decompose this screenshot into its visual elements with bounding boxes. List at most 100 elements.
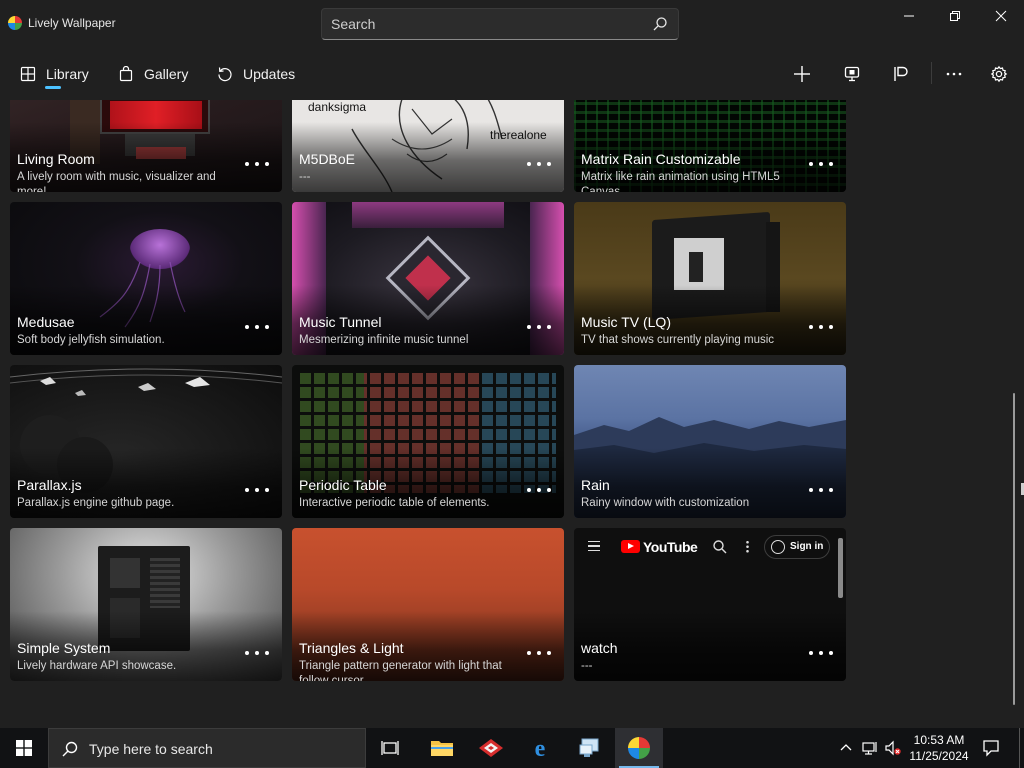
volume-muted-icon[interactable] [885, 740, 901, 756]
card-description: Mesmerizing infinite music tunnel [299, 334, 469, 346]
wallpaper-card-living-room[interactable]: Living Room A lively room with music, vi… [10, 100, 282, 192]
search-input[interactable] [331, 15, 631, 33]
youtube-search-icon [713, 540, 727, 554]
card-title: Rain [581, 477, 610, 493]
add-wallpaper-button[interactable] [788, 60, 816, 88]
card-more-button[interactable] [809, 320, 833, 334]
card-more-button[interactable] [527, 483, 551, 497]
card-title: watch [581, 640, 618, 656]
system-clock[interactable]: 10:53 AM 11/25/2024 [906, 732, 972, 764]
card-description: A lively room with music, visualizer and… [17, 171, 216, 192]
close-icon [995, 10, 1007, 22]
search-box[interactable] [321, 8, 679, 40]
file-explorer-icon [431, 741, 453, 756]
card-description: TV that shows currently playing music [581, 334, 775, 346]
toolbar-divider [931, 62, 932, 84]
nav-item-gallery[interactable]: Gallery [118, 63, 188, 85]
close-button[interactable] [978, 0, 1024, 32]
card-more-button[interactable] [809, 483, 833, 497]
card-title: Matrix Rain Customizable [581, 151, 741, 167]
wallpaper-card-music-tv[interactable]: Music TV (LQ) TV that shows currently pl… [574, 202, 846, 355]
card-title: Music Tunnel [299, 314, 382, 330]
card-title: Simple System [17, 640, 111, 656]
library-view[interactable]: Living Room A lively room with music, vi… [0, 100, 1024, 728]
wallpaper-card-triangles-light[interactable]: Triangles & Light Triangle pattern gener… [292, 528, 564, 681]
taskbar-app-lively[interactable] [615, 728, 663, 768]
taskbar-app-network[interactable] [566, 728, 614, 768]
svg-text:e: e [535, 736, 546, 760]
wallpaper-card-m5dboe[interactable]: danksigma therealone M5DBoE --- [292, 100, 564, 192]
lively-logo-icon [8, 16, 22, 30]
grid-icon [20, 66, 36, 82]
taskbar: Type here to search e 10:53 AM 11/25/202… [0, 728, 1024, 768]
wallpaper-card-simple-system[interactable]: Simple System Lively hardware API showca… [10, 528, 282, 681]
minimize-icon [904, 15, 914, 17]
card-title: Periodic Table [299, 477, 387, 493]
maximize-button[interactable] [932, 0, 978, 32]
wallpaper-card-periodic-table[interactable]: Periodic Table Interactive periodic tabl… [292, 365, 564, 518]
card-more-button[interactable] [527, 157, 551, 171]
notification-icon[interactable] [982, 739, 1000, 757]
network-icon[interactable] [862, 740, 878, 756]
add-icon [794, 66, 810, 82]
title-bar: Lively Wallpaper [0, 0, 1024, 48]
nav-label-updates: Updates [243, 66, 296, 82]
shopping-bag-icon [119, 66, 133, 82]
sketch-text-left: danksigma [308, 100, 367, 114]
card-more-button[interactable] [527, 646, 551, 660]
lively-icon [628, 737, 650, 759]
wallpaper-card-music-tunnel[interactable]: Music Tunnel Mesmerizing infinite music … [292, 202, 564, 355]
taskbar-app-edge[interactable]: e [516, 728, 564, 768]
settings-icon [990, 65, 1008, 83]
youtube-logo-text: YouTube [643, 539, 698, 555]
card-more-button[interactable] [809, 157, 833, 171]
clock-time: 10:53 AM [913, 733, 965, 747]
card-more-button[interactable] [245, 157, 269, 171]
nav-selection-indicator [45, 86, 61, 89]
start-button[interactable] [0, 728, 48, 768]
search-icon[interactable] [652, 16, 668, 32]
youtube-scrollbar [838, 538, 843, 598]
card-title: Living Room [17, 151, 95, 167]
taskbar-search-placeholder: Type here to search [89, 741, 213, 757]
refresh-icon [218, 67, 232, 82]
show-desktop-button[interactable] [1019, 728, 1020, 768]
card-more-button[interactable] [245, 320, 269, 334]
wallpaper-card-rain[interactable]: Rain Rainy window with customization [574, 365, 846, 518]
windows-logo-icon [16, 740, 32, 756]
wallpaper-card-matrix-rain[interactable]: Matrix Rain Customizable Matrix like rai… [574, 100, 846, 192]
wallpaper-card-medusae[interactable]: Medusae Soft body jellyfish simulation. [10, 202, 282, 355]
card-description: --- [581, 660, 593, 672]
card-title: M5DBoE [299, 151, 356, 167]
youtube-signin-button: Sign in [764, 535, 830, 559]
card-description: Lively hardware API showcase. [17, 660, 177, 672]
taskbar-app-file-explorer[interactable] [418, 728, 466, 768]
library-scrollbar-thumb[interactable] [1013, 393, 1015, 705]
taskbar-app-tool[interactable] [467, 728, 515, 768]
card-more-button[interactable] [527, 320, 551, 334]
wallpaper-card-parallax[interactable]: Parallax.js Parallax.js engine github pa… [10, 365, 282, 518]
wallpaper-card-watch[interactable]: YouTube Sign in watch --- [574, 528, 846, 681]
card-title: Medusae [17, 314, 75, 330]
taskbar-search-box[interactable]: Type here to search [48, 728, 366, 768]
chevron-up-icon[interactable] [838, 740, 854, 756]
card-more-button[interactable] [245, 483, 269, 497]
nav-item-library[interactable]: Library [20, 63, 89, 85]
more-options-button[interactable] [940, 60, 968, 88]
task-view-button[interactable] [367, 728, 415, 768]
settings-button[interactable] [985, 60, 1013, 88]
card-description: Matrix like rain animation using HTML5 C… [581, 171, 780, 192]
card-description: --- [299, 171, 311, 183]
taskbar-search-icon [62, 741, 78, 757]
card-description: Interactive periodic table of elements. [299, 497, 490, 509]
card-more-button[interactable] [245, 646, 269, 660]
customize-button[interactable] [887, 60, 915, 88]
screen-layout-button[interactable] [838, 60, 866, 88]
task-view-icon [381, 741, 399, 755]
card-description: Triangle pattern generator with light th… [299, 660, 502, 681]
nav-item-updates[interactable]: Updates [217, 63, 295, 85]
minimize-button[interactable] [886, 0, 932, 32]
nav-label-library: Library [46, 66, 89, 82]
card-more-button[interactable] [809, 646, 833, 660]
more-icon [946, 72, 962, 76]
